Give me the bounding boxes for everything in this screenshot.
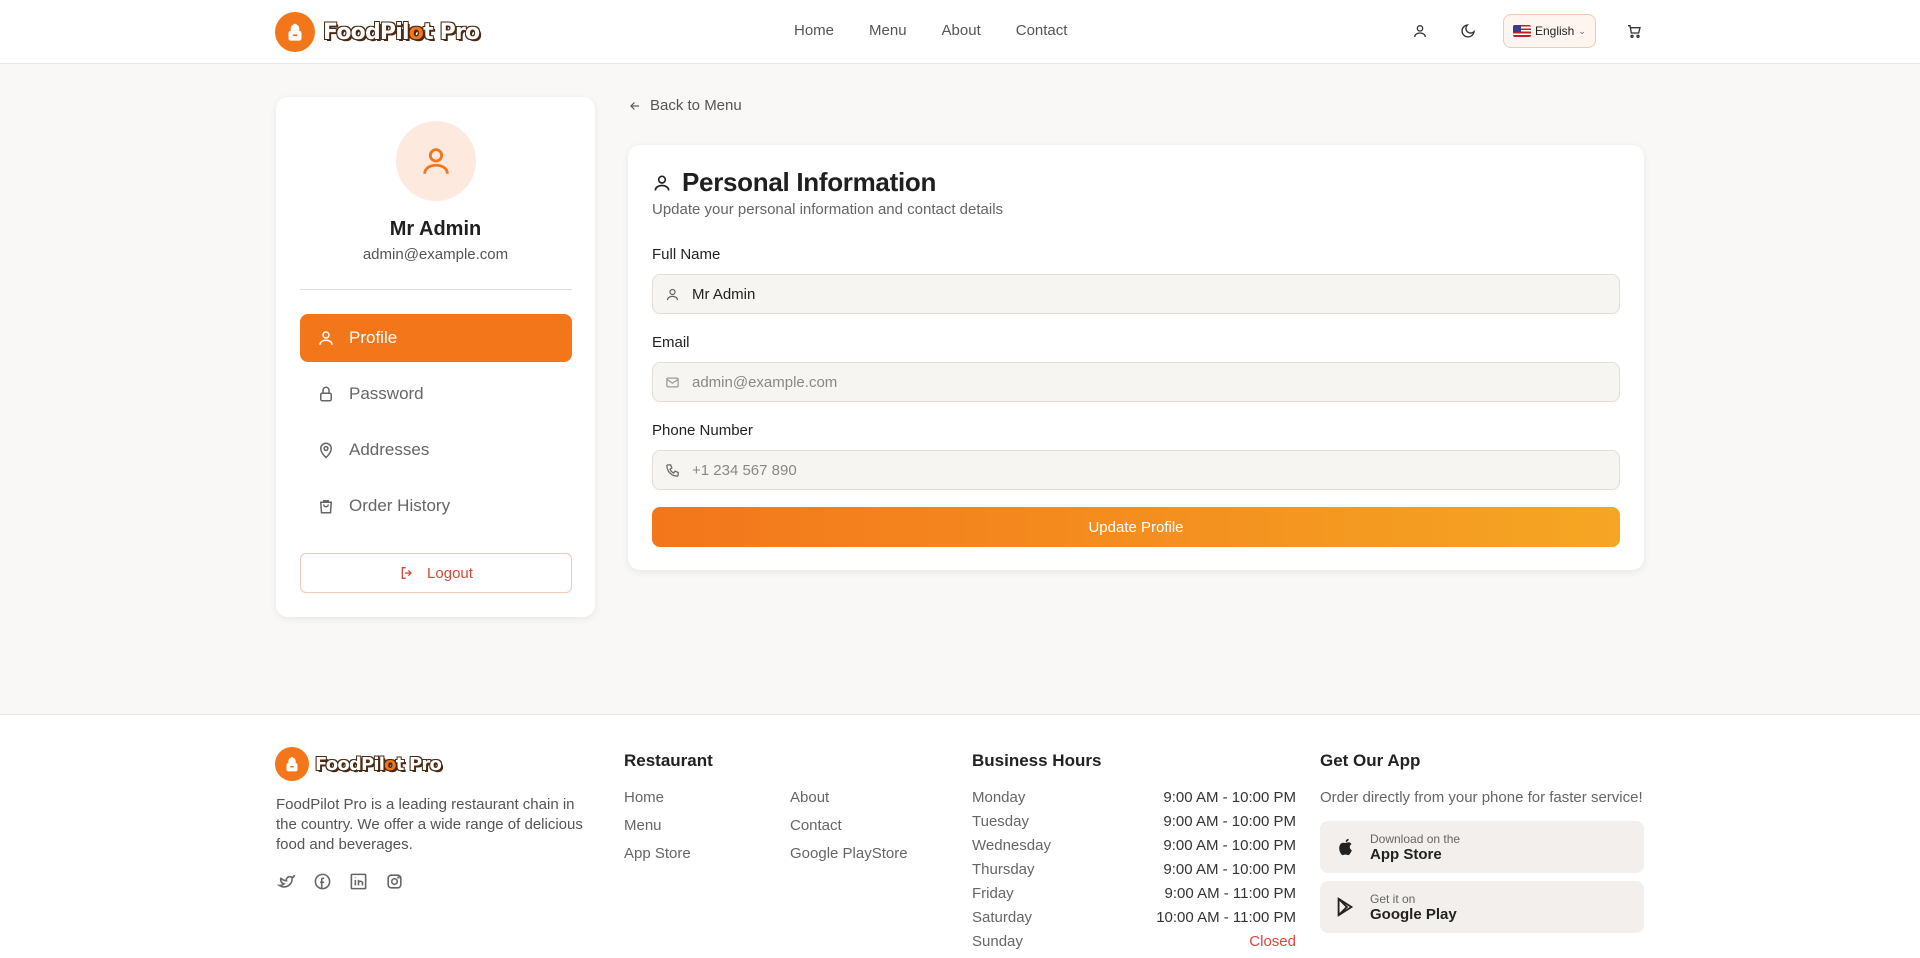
user-icon [666,288,679,300]
apple-icon [1339,838,1352,856]
footer-description: FoodPilot Pro is a leading restaurant ch… [276,796,583,853]
full-name-label: Full Name [652,246,721,263]
language-select[interactable]: English ⌄ [1503,14,1596,48]
footer-link-home[interactable]: Home [624,789,790,809]
restaurant-links: Home About Menu Contact App Store Google… [624,789,956,865]
facebook-icon[interactable] [312,871,332,891]
back-label: Back to Menu [650,97,742,114]
email-label: Email [652,334,690,351]
footer-link-contact[interactable]: Contact [790,817,956,837]
chef-logo-icon [275,747,309,781]
footer-link-app-store[interactable]: App Store [624,845,790,865]
full-name-field[interactable] [652,274,1620,314]
sidebar-item-addresses[interactable]: Addresses [300,426,572,474]
brand-name: FoodPilot Pro [323,19,480,45]
footer-link-about[interactable]: About [790,789,956,809]
page-title: Personal Information [682,167,937,197]
main-nav: Home Menu About Contact [794,22,1102,39]
nav-home[interactable]: Home [794,22,834,39]
business-hours-list: Monday 9:00 AM - 10:00 PM Tuesday 9:00 AM … [972,789,1296,957]
app-store-button[interactable]: Download on the App Store [1320,821,1644,873]
phone-input[interactable] [692,461,1592,479]
logout-button[interactable]: Logout [300,553,572,593]
nav-contact[interactable]: Contact [1016,22,1068,39]
twitter-icon[interactable] [276,871,296,891]
email-field [652,362,1620,402]
google-play-button[interactable]: Get it on Google Play [1320,881,1644,933]
sidebar-item-profile[interactable]: Profile [300,314,572,362]
sidebar-item-label: Order History [349,496,451,515]
google-play-label: Google Play [1370,905,1457,923]
hours-row: Saturday 10:00 AM - 11:00 PM [972,909,1296,926]
linkedin-icon[interactable] [348,871,368,891]
sidebar-item-label: Password [349,384,424,403]
page-subtitle: Update your personal information and con… [652,201,1004,218]
phone-icon [666,463,679,477]
hours-row: Sunday Closed [972,933,1296,950]
get-app-heading: Get Our App [1320,751,1421,770]
profile-menu: Profile Password Addresses Order History [300,314,572,538]
footer-brand-logo[interactable]: FoodPilot Pro [275,747,442,781]
us-flag-icon [1513,25,1531,37]
user-icon [319,331,333,345]
email-input [692,373,1592,391]
full-name-input[interactable] [692,285,1592,303]
hours-row: Wednesday 9:00 AM - 10:00 PM [972,837,1296,854]
hours-row: Thursday 9:00 AM - 10:00 PM [972,861,1296,878]
restaurant-heading: Restaurant [624,751,713,770]
sidebar-item-order-history[interactable]: Order History [300,482,572,530]
app-store-small: Download on the [1370,831,1461,846]
social-links [276,871,404,891]
back-to-menu-link[interactable]: Back to Menu [628,97,742,114]
sidebar-item-label: Addresses [349,440,430,459]
divider [300,289,572,290]
hours-row: Monday 9:00 AM - 10:00 PM [972,789,1296,806]
profile-email: admin@example.com [362,246,509,263]
footer-brand-name: FoodPilot Pro [315,753,442,775]
update-profile-button[interactable]: Update Profile [652,507,1620,547]
phone-label: Phone Number [652,422,753,439]
logout-label: Logout [427,564,473,582]
google-play-small: Get it on [1370,891,1416,906]
avatar [396,121,476,201]
arrow-left-icon [630,101,640,110]
shopping-bag-icon [319,500,333,514]
business-hours-heading: Business Hours [972,751,1102,770]
user-icon[interactable] [1408,19,1432,43]
footer-link-google-playstore[interactable]: Google PlayStore [790,845,956,865]
moon-icon[interactable] [1456,19,1480,43]
chevron-down-icon: ⌄ [1578,25,1586,36]
personal-info-card: Personal Information Update your persona… [628,145,1644,570]
site-header: FoodPilot Pro Home Menu About Contact En… [0,0,1920,64]
map-pin-icon [319,442,333,459]
lock-icon [320,386,332,402]
nav-about[interactable]: About [942,22,981,39]
profile-name: Mr Admin [389,218,482,240]
phone-field[interactable] [652,450,1620,490]
google-play-icon [1337,897,1354,917]
sidebar-item-label: Profile [349,328,398,347]
header-actions: English ⌄ [1408,14,1646,48]
user-icon [654,175,670,191]
mail-icon [666,377,679,387]
logout-icon [401,567,412,579]
hours-row: Friday 9:00 AM - 11:00 PM [972,885,1296,902]
instagram-icon[interactable] [384,871,404,891]
app-store-label: App Store [1370,845,1442,863]
cart-icon[interactable] [1622,19,1646,43]
profile-sidebar: Mr Admin admin@example.com Profile Passw… [276,97,595,617]
get-app-description: Order directly from your phone for faste… [1320,789,1643,806]
footer-link-menu[interactable]: Menu [624,817,790,837]
chef-logo-icon [275,12,315,52]
language-label: English [1535,24,1575,38]
sidebar-item-password[interactable]: Password [300,370,572,418]
hours-row: Tuesday 9:00 AM - 10:00 PM [972,813,1296,830]
brand-logo[interactable]: FoodPilot Pro [275,12,480,52]
nav-menu[interactable]: Menu [869,22,907,39]
site-footer: FoodPilot Pro FoodPilot Pro is a leading… [0,714,1920,958]
card-header: Personal Information [652,167,936,198]
